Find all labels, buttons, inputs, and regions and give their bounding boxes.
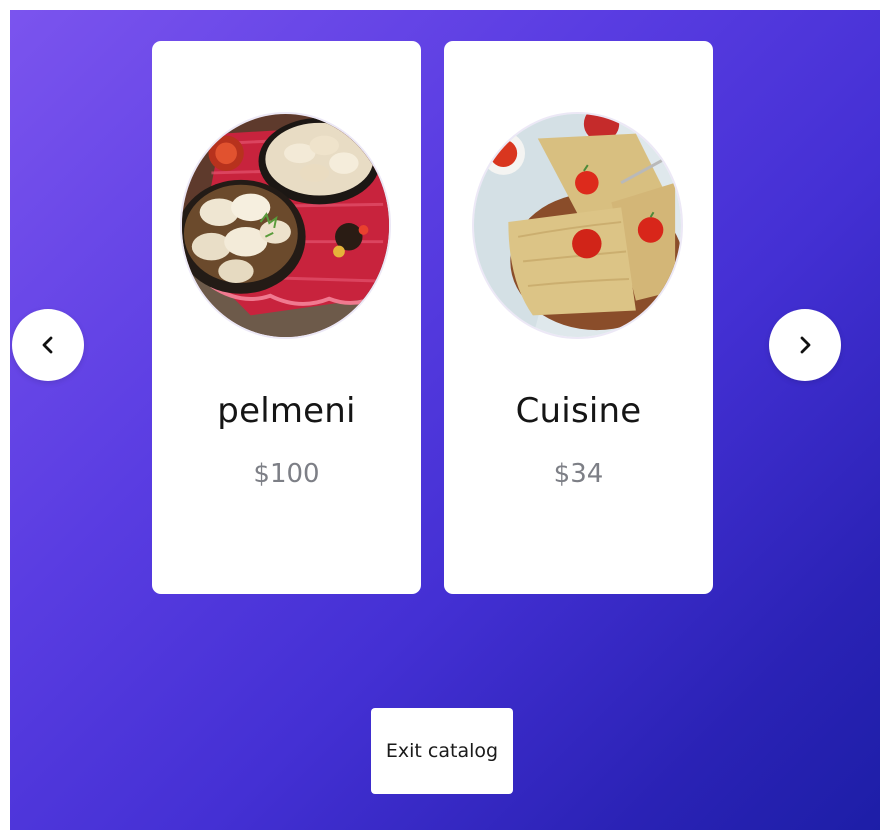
chevron-left-icon [42,336,53,354]
product-name: pelmeni [217,391,356,431]
carousel-next-button[interactable] [769,309,841,381]
chevron-right-icon [800,336,811,354]
cuisine-image [472,112,683,339]
product-card-pelmeni[interactable]: pelmeni $100 [152,41,421,594]
product-price: $34 [553,459,604,489]
pelmeni-image [180,112,391,339]
product-price: $100 [253,459,320,489]
blini-photo-icon [474,114,681,337]
pelmeni-photo-icon [182,114,389,337]
catalog-background: pelmeni $100 Cuisine $34 Exit catalog [10,10,880,830]
carousel-prev-button[interactable] [12,309,84,381]
product-card-cuisine[interactable]: Cuisine $34 [444,41,713,594]
product-name: Cuisine [515,391,642,431]
exit-catalog-button[interactable]: Exit catalog [371,708,513,794]
